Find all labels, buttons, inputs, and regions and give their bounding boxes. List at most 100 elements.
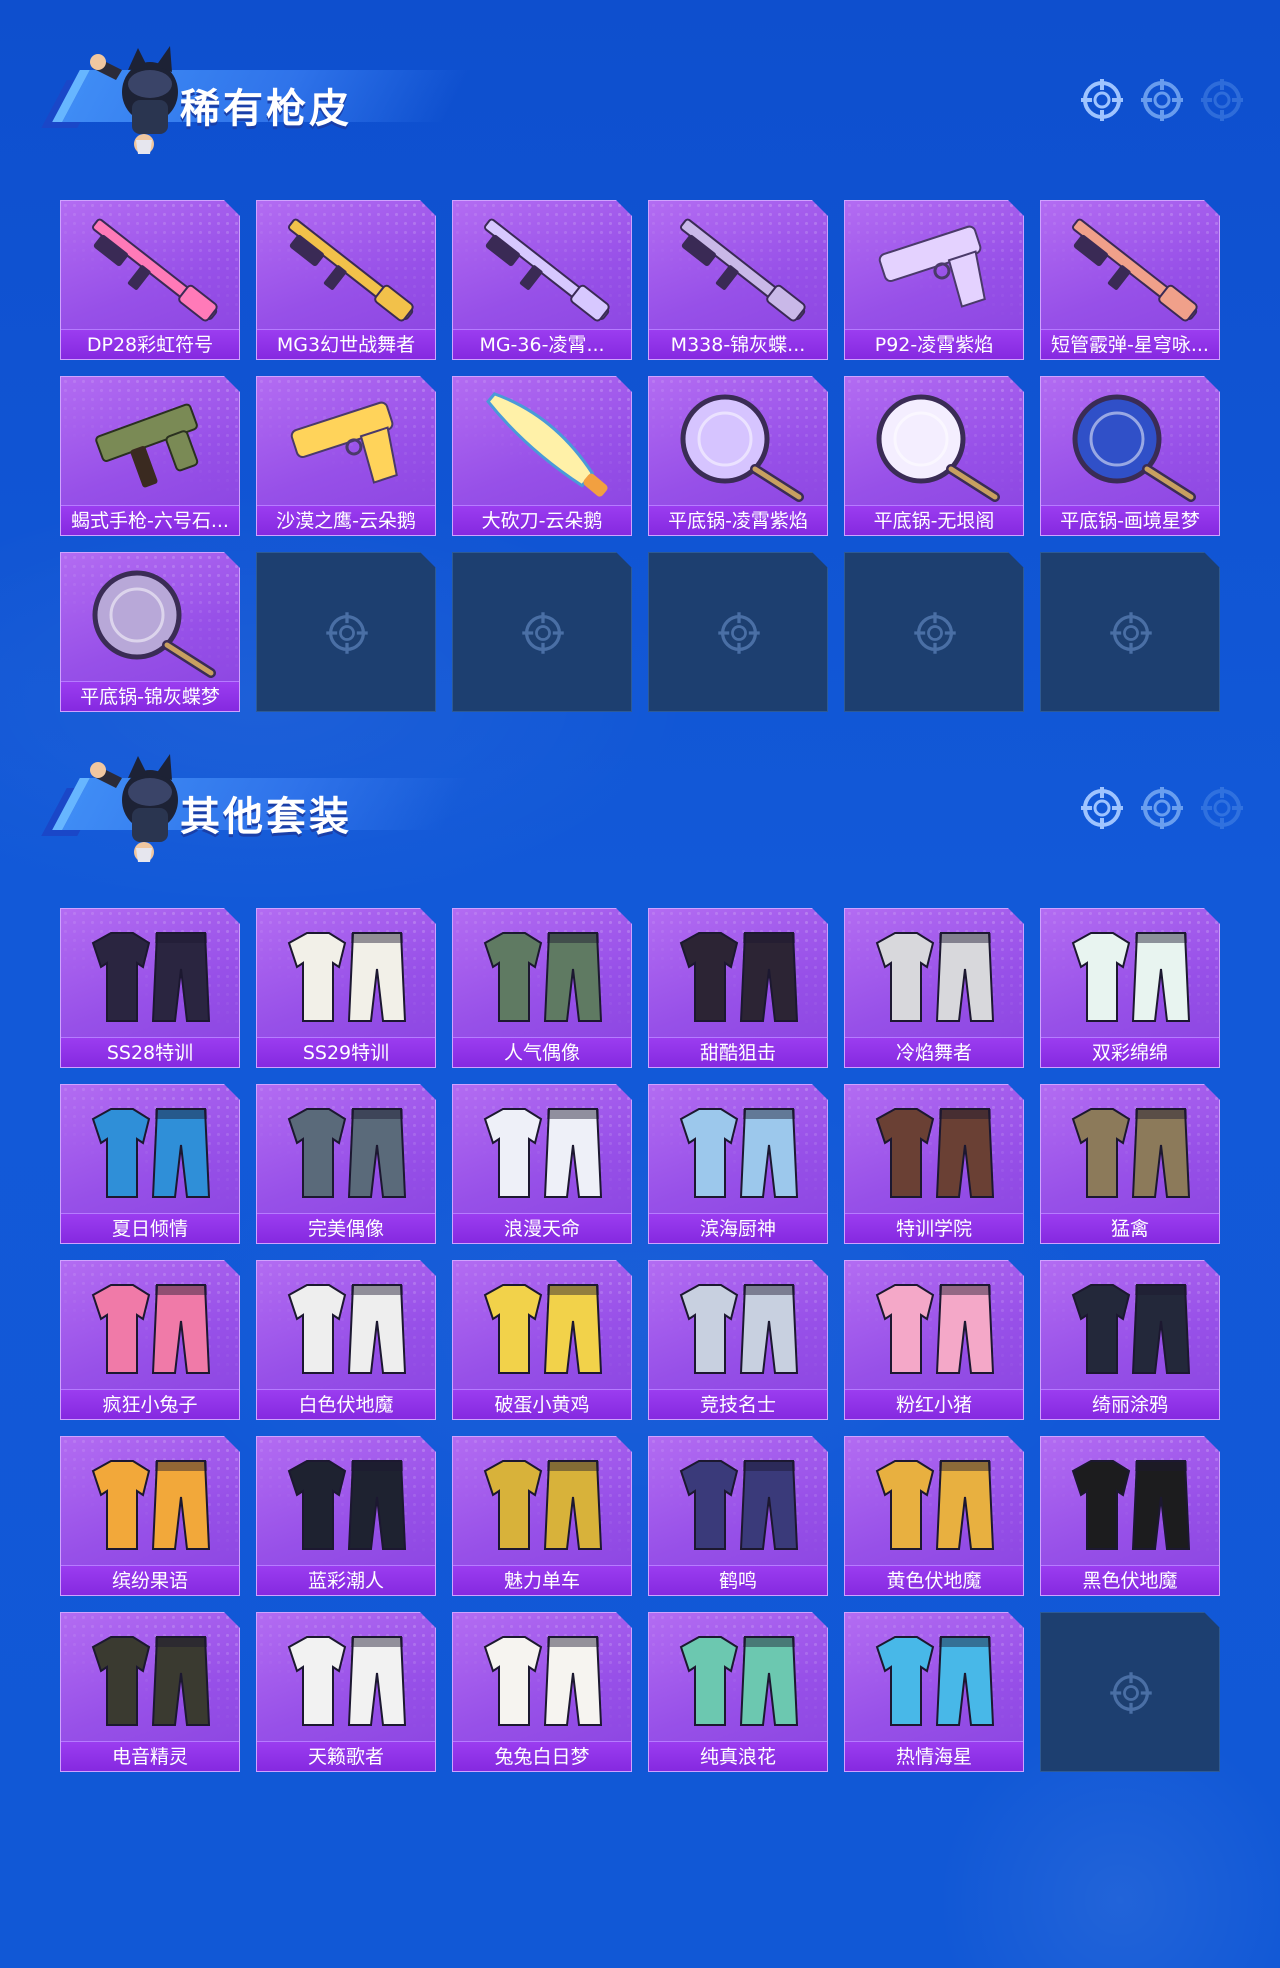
item-card[interactable]: 绮丽涂鸦 — [1040, 1260, 1220, 1420]
outfit-image — [679, 932, 799, 1022]
item-label: 粉红小猪 — [845, 1389, 1023, 1419]
rifle-icon — [659, 209, 819, 327]
item-card[interactable]: 冷焰舞者 — [844, 908, 1024, 1068]
item-card[interactable]: 大砍刀-云朵鹅 — [452, 376, 632, 536]
empty-slot[interactable] — [1040, 1612, 1220, 1772]
section-header: 其他套装 — [28, 748, 1258, 862]
outfit-image — [875, 1108, 995, 1198]
outfit-icon — [1051, 1445, 1211, 1563]
item-label: 缤纷果语 — [61, 1565, 239, 1595]
rifle-icon — [267, 209, 427, 327]
outfit-image — [483, 1460, 603, 1550]
item-card[interactable]: 猛禽 — [1040, 1084, 1220, 1244]
item-card[interactable]: 热情海星 — [844, 1612, 1024, 1772]
outfit-icon — [463, 1621, 623, 1739]
item-card[interactable]: 平底锅-画境星梦 — [1040, 376, 1220, 536]
item-label: DP28彩虹符号 — [61, 329, 239, 359]
item-card[interactable]: P92-凌霄紫焰 — [844, 200, 1024, 360]
outfit-image — [91, 1636, 211, 1726]
rifle-image — [92, 218, 218, 322]
item-card[interactable]: 平底锅-锦灰蝶梦 — [60, 552, 240, 712]
item-card[interactable]: 甜酷狙击 — [648, 908, 828, 1068]
item-card[interactable]: 破蛋小黄鸡 — [452, 1260, 632, 1420]
item-card[interactable]: 浪漫天命 — [452, 1084, 632, 1244]
item-card[interactable]: 天籁歌者 — [256, 1612, 436, 1772]
item-label: 白色伏地魔 — [257, 1389, 435, 1419]
item-label: 人气偶像 — [453, 1037, 631, 1067]
outfit-image — [875, 932, 995, 1022]
item-card[interactable]: 沙漠之鹰-云朵鹅 — [256, 376, 436, 536]
item-card[interactable]: M338-锦灰蝶... — [648, 200, 828, 360]
item-card[interactable]: 鹤鸣 — [648, 1436, 828, 1596]
item-label: 完美偶像 — [257, 1213, 435, 1243]
outfit-icon — [659, 1445, 819, 1563]
crosshair-icon — [326, 612, 368, 654]
item-card[interactable]: 双彩绵绵 — [1040, 908, 1220, 1068]
pan-icon — [855, 385, 1015, 503]
outfit-icon — [1051, 1093, 1211, 1211]
item-label: 夏日倾情 — [61, 1213, 239, 1243]
section-title: 其他套装 — [180, 794, 352, 840]
item-card[interactable]: 蝎式手枪-六号石... — [60, 376, 240, 536]
item-card[interactable]: 夏日倾情 — [60, 1084, 240, 1244]
item-card[interactable]: 平底锅-无垠阁 — [844, 376, 1024, 536]
outfit-icon — [71, 1269, 231, 1387]
pistol-image — [878, 225, 986, 308]
outfit-icon — [659, 1093, 819, 1211]
item-label: 魅力单车 — [453, 1565, 631, 1595]
empty-slot[interactable] — [844, 552, 1024, 712]
item-card[interactable]: 短管霰弹-星穹咏... — [1040, 200, 1220, 360]
item-label: 兔兔白日梦 — [453, 1741, 631, 1771]
item-card[interactable]: 完美偶像 — [256, 1084, 436, 1244]
crosshair-icon — [1081, 79, 1123, 121]
outfit-icon — [267, 1093, 427, 1211]
item-card[interactable]: 疯狂小兔子 — [60, 1260, 240, 1420]
outfit-image — [483, 1108, 603, 1198]
item-card[interactable]: MG-36-凌霄... — [452, 200, 632, 360]
item-card[interactable]: 兔兔白日梦 — [452, 1612, 632, 1772]
item-card[interactable]: MG3幻世战舞者 — [256, 200, 436, 360]
outfit-image — [875, 1460, 995, 1550]
outfit-icon — [1051, 1269, 1211, 1387]
outfit-icon — [855, 917, 1015, 1035]
item-card[interactable]: 粉红小猪 — [844, 1260, 1024, 1420]
outfit-image — [483, 932, 603, 1022]
crosshair-icon — [1110, 612, 1152, 654]
item-card[interactable]: 蓝彩潮人 — [256, 1436, 436, 1596]
item-card[interactable]: 电音精灵 — [60, 1612, 240, 1772]
item-label: 沙漠之鹰-云朵鹅 — [257, 505, 435, 535]
item-card[interactable]: 黄色伏地魔 — [844, 1436, 1024, 1596]
empty-slot[interactable] — [1040, 552, 1220, 712]
pan-image — [1072, 394, 1196, 502]
item-card[interactable]: 人气偶像 — [452, 908, 632, 1068]
item-card[interactable]: SS28特训 — [60, 908, 240, 1068]
outfit-image — [287, 1460, 407, 1550]
item-card[interactable]: 滨海厨神 — [648, 1084, 828, 1244]
item-label: 猛禽 — [1041, 1213, 1219, 1243]
item-card[interactable]: 黑色伏地魔 — [1040, 1436, 1220, 1596]
item-card[interactable]: 白色伏地魔 — [256, 1260, 436, 1420]
empty-slot[interactable] — [648, 552, 828, 712]
empty-slot[interactable] — [256, 552, 436, 712]
item-label: 浪漫天命 — [453, 1213, 631, 1243]
item-card[interactable]: 特训学院 — [844, 1084, 1024, 1244]
item-label: 蝎式手枪-六号石... — [61, 505, 239, 535]
item-card[interactable]: 纯真浪花 — [648, 1612, 828, 1772]
item-card[interactable]: 魅力单车 — [452, 1436, 632, 1596]
pan-icon — [71, 561, 231, 679]
outfit-image — [1071, 1460, 1191, 1550]
item-card[interactable]: DP28彩虹符号 — [60, 200, 240, 360]
item-card[interactable]: 竞技名士 — [648, 1260, 828, 1420]
item-label: 绮丽涂鸦 — [1041, 1389, 1219, 1419]
outfit-icon — [267, 1445, 427, 1563]
rifle-icon — [463, 209, 623, 327]
crosshair-icon — [522, 612, 564, 654]
pan-image — [92, 570, 216, 678]
item-card[interactable]: 缤纷果语 — [60, 1436, 240, 1596]
item-card[interactable]: SS29特训 — [256, 908, 436, 1068]
empty-slot[interactable] — [452, 552, 632, 712]
item-card[interactable]: 平底锅-凌霄紫焰 — [648, 376, 828, 536]
outfit-image — [287, 1108, 407, 1198]
crosshair-icon — [718, 612, 760, 654]
item-label: MG-36-凌霄... — [453, 329, 631, 359]
